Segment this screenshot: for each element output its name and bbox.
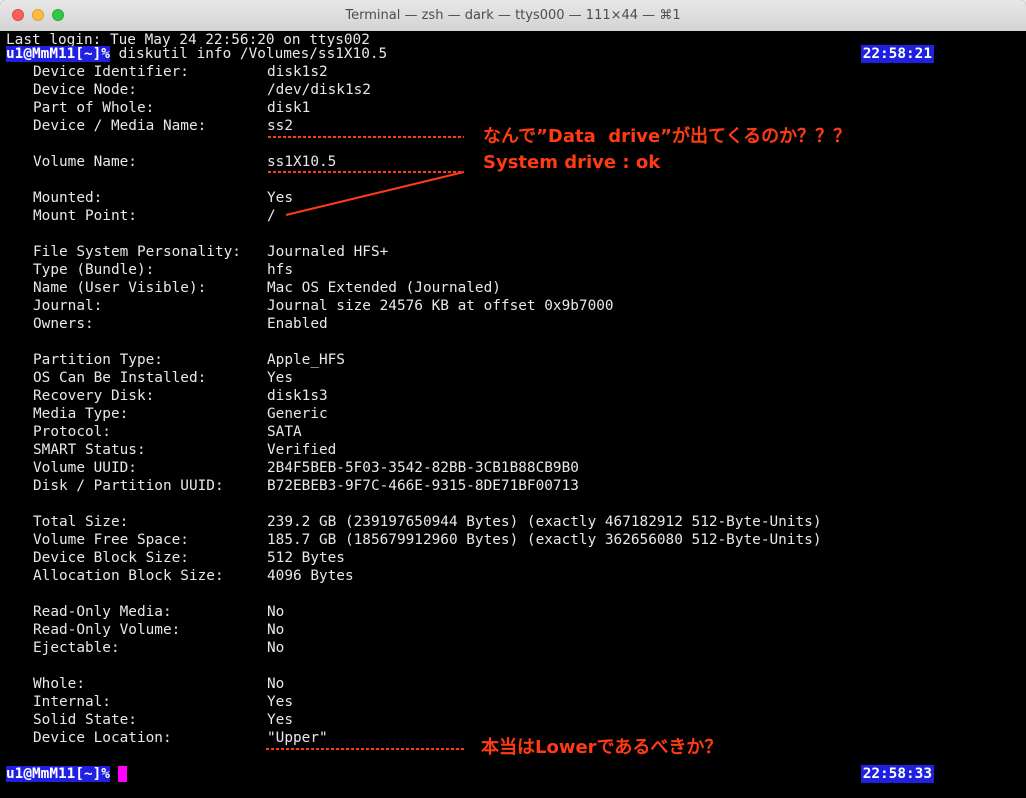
terminal-window: Terminal — zsh — dark — ttys000 — 111×44… — [0, 0, 1026, 798]
annotation-device-location: 本当はLowerであるべきか？ — [481, 737, 723, 758]
annotation-system-drive: System drive : ok — [483, 152, 661, 173]
annotation-media-name: なんで”Data drive”が出てくるのか？？？ — [483, 126, 852, 147]
pointer-mount-point — [285, 171, 465, 216]
title-bar[interactable]: Terminal — zsh — dark — ttys000 — 111×44… — [0, 0, 1026, 32]
terminal-content[interactable]: Last login: Tue May 24 22:56:20 on ttys0… — [0, 31, 1026, 798]
window-title: Terminal — zsh — dark — ttys000 — 111×44… — [345, 8, 681, 23]
